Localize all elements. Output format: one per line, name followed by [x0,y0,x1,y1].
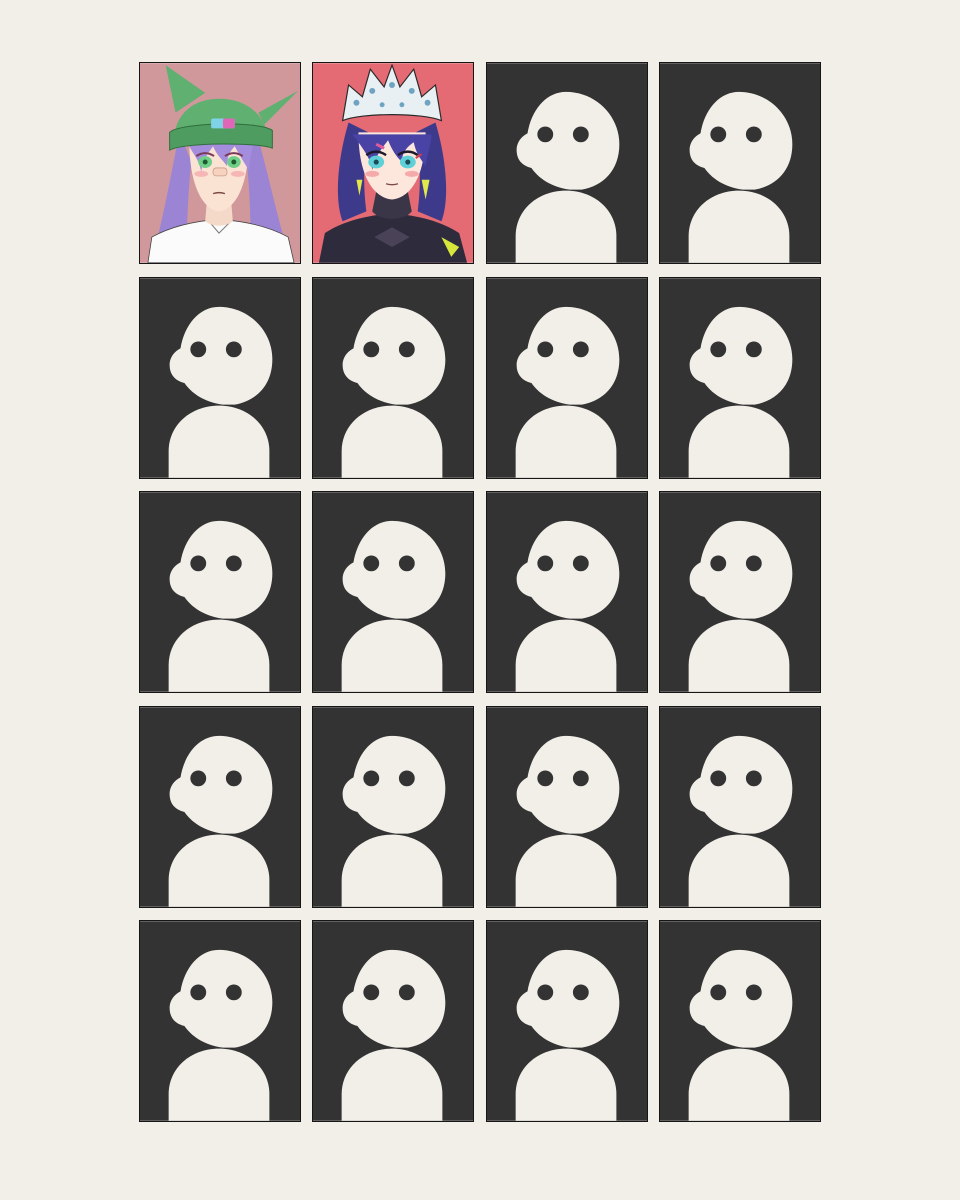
portrait-maid-headband-girl [313,63,474,263]
default-avatar-icon [486,492,647,692]
avatar-grid [139,62,821,1122]
default-avatar-icon [486,277,647,478]
avatar-placeholder-tile [485,62,648,264]
avatar-placeholder-tile [485,491,648,693]
default-avatar-icon [313,492,474,692]
avatar-placeholder-tile [658,491,821,693]
default-avatar-icon [486,921,647,1121]
default-avatar-icon [659,492,820,692]
avatar-placeholder-tile [485,705,648,908]
avatar-portrait-tile [312,62,475,264]
avatar-placeholder-tile [485,920,648,1122]
default-avatar-icon [659,63,820,263]
default-avatar-icon [659,277,820,478]
avatar-placeholder-tile [658,920,821,1122]
default-avatar-icon [486,706,647,907]
portrait-green-hat-girl [140,63,300,263]
page: { "colors": { "background": "#f2efe9", "… [0,0,960,1200]
avatar-placeholder-tile [312,920,475,1122]
default-avatar-icon [140,921,300,1121]
avatar-placeholder-tile [139,705,301,908]
default-avatar-icon [659,706,820,907]
avatar-placeholder-tile [139,920,301,1122]
default-avatar-icon [140,277,300,478]
avatar-placeholder-tile [312,276,475,479]
default-avatar-icon [140,492,300,692]
avatar-placeholder-tile [485,276,648,479]
avatar-portrait-tile [139,62,301,264]
default-avatar-icon [659,921,820,1121]
avatar-placeholder-tile [658,276,821,479]
avatar-placeholder-tile [139,491,301,693]
avatar-placeholder-tile [139,276,301,479]
default-avatar-icon [313,277,474,478]
avatar-placeholder-tile [658,62,821,264]
avatar-placeholder-tile [658,705,821,908]
default-avatar-icon [140,706,300,907]
avatar-placeholder-tile [312,705,475,908]
avatar-placeholder-tile [312,491,475,693]
default-avatar-icon [313,921,474,1121]
default-avatar-icon [486,63,647,263]
default-avatar-icon [313,706,474,907]
